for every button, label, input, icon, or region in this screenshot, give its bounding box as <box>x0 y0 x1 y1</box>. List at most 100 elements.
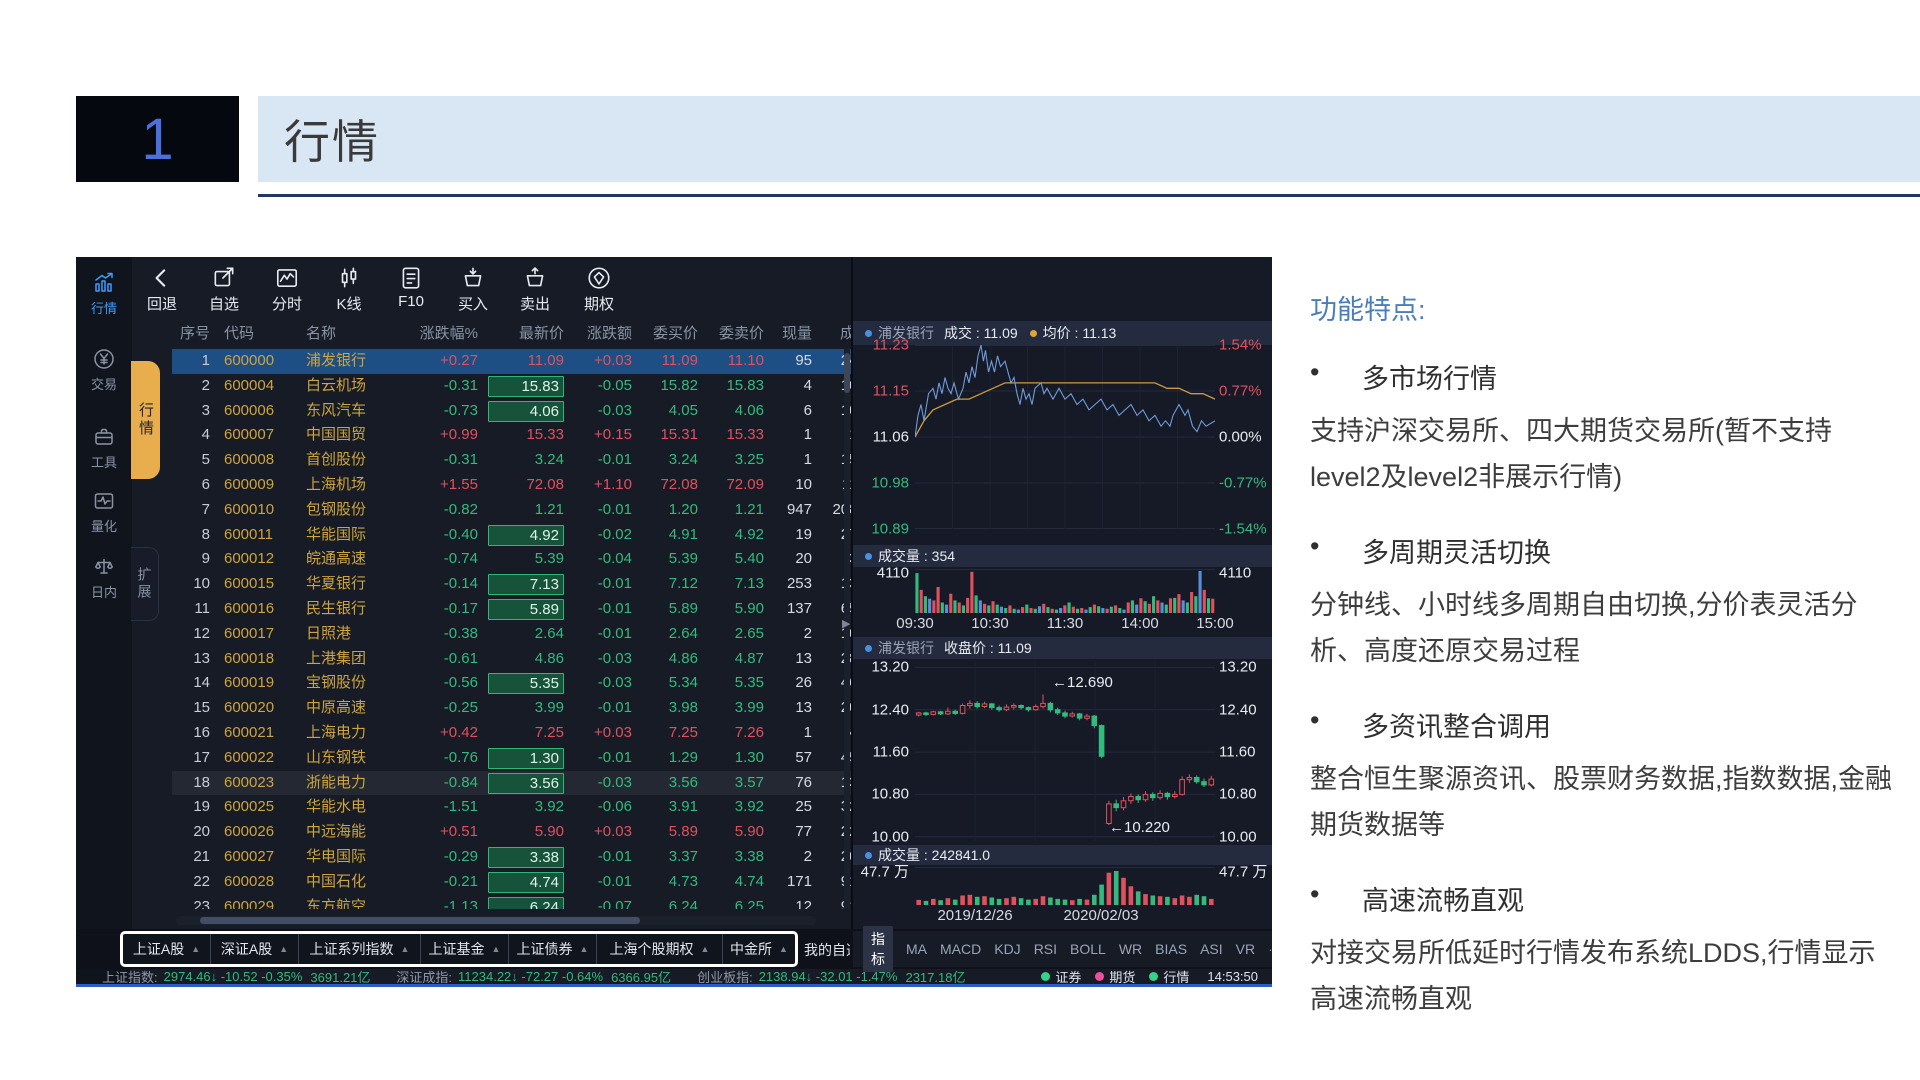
triangle-up-icon[interactable]: ▲ <box>580 944 589 954</box>
feature-heading: 功能特点: <box>1310 288 1902 327</box>
table-row[interactable]: 5600008首创股份-0.313.24-0.013.243.25115.8 <box>172 448 851 473</box>
horizontal-scrollbar[interactable] <box>176 916 816 925</box>
sidebar-item-交易[interactable]: 交易 <box>76 347 132 393</box>
sidebar-item-行情[interactable]: 行情 <box>76 271 132 317</box>
column-header: 现量 <box>764 321 812 346</box>
indicator-BIAS[interactable]: BIAS <box>1155 941 1187 957</box>
indicator-MACD[interactable]: MACD <box>940 941 981 957</box>
toolbar-button-买入[interactable]: 买入 <box>445 265 501 314</box>
market-tab-上证A股[interactable]: 上证A股▲ <box>123 934 211 964</box>
triangle-up-icon[interactable]: ▲ <box>401 944 410 954</box>
table-row[interactable]: 14600019宝钢股份-0.565.35-0.035.345.352646.9 <box>172 671 851 696</box>
triangle-up-icon[interactable]: ▲ <box>191 944 200 954</box>
market-tab-深证A股[interactable]: 深证A股▲ <box>211 934 299 964</box>
feature-title: •多资讯整合调用 <box>1310 705 1902 744</box>
indicator-BOLL[interactable]: BOLL <box>1070 941 1106 957</box>
triangle-up-icon[interactable]: ▲ <box>492 944 501 954</box>
toolbar-button-期权[interactable]: 期权 <box>571 265 627 314</box>
sidebar-item-label: 工具 <box>76 452 132 471</box>
table-row[interactable]: 10600015华夏银行-0.147.13-0.017.127.1325313.… <box>172 572 851 597</box>
market-tab-上海个股期权[interactable]: 上海个股期权▲ <box>597 934 723 964</box>
minute-chart-icon <box>274 265 300 291</box>
toolbar-button-卖出[interactable]: 卖出 <box>507 265 563 314</box>
table-row[interactable]: 8600011华能国际-0.404.92-0.024.914.921927.1 <box>172 523 851 548</box>
market-tab-my-stocks[interactable]: 我的自选 <box>804 935 850 965</box>
sidebar-item-量化[interactable]: 量化 <box>76 489 132 535</box>
y-axis-label: 10.80 <box>853 786 909 803</box>
side-tab-quote[interactable]: 行情 <box>131 361 160 479</box>
toolbar-button-label: 期权 <box>571 293 627 314</box>
indicator-ASI[interactable]: ASI <box>1200 941 1223 957</box>
column-header: 涨跌幅% <box>402 321 478 346</box>
table-row[interactable]: 3600006东风汽车-0.734.06-0.034.054.06610.6 <box>172 399 851 424</box>
expand-panel-arrow-icon[interactable]: ▶ <box>842 617 850 630</box>
horizontal-scrollbar-thumb[interactable] <box>200 917 640 924</box>
price-box: 3.56 <box>488 773 564 794</box>
vertical-scrollbar-thumb[interactable] <box>844 353 850 393</box>
side-tab-extend[interactable]: 扩展 <box>131 547 159 621</box>
market-tab-上证债券[interactable]: 上证债券▲ <box>509 934 597 964</box>
slide-number-box: 1 <box>76 96 239 182</box>
sidebar-item-label: 量化 <box>76 516 132 535</box>
toolbar-button-label: 回退 <box>134 293 190 314</box>
y-axis-label: 11.06 <box>853 429 909 446</box>
scale-icon <box>92 555 116 579</box>
toolbar-button-回退[interactable]: 回退 <box>134 265 190 314</box>
indicator-指标[interactable]: 指标 <box>863 926 893 972</box>
indicator-WR[interactable]: WR <box>1119 941 1142 957</box>
triangle-up-icon[interactable]: ▲ <box>279 944 288 954</box>
market-tab-上证系列指数[interactable]: 上证系列指数 ▲ <box>299 934 421 964</box>
market-tab-上证基金[interactable]: 上证基金▲ <box>421 934 509 964</box>
table-row[interactable]: 13600018上港集团-0.614.86-0.034.864.871328.5 <box>172 647 851 672</box>
table-row[interactable]: 22600028中国石化-0.214.74-0.014.734.7417191.… <box>172 870 851 895</box>
column-header: 成交 <box>812 321 851 346</box>
toolbar-button-分时[interactable]: 分时 <box>259 265 315 314</box>
market-tab-label: 上证系列指数 <box>310 939 394 959</box>
toolbar-button-K线[interactable]: K线 <box>321 265 377 314</box>
slide-title-banner: 行情 <box>258 96 1920 182</box>
table-row[interactable]: 21600027华电国际-0.293.38-0.013.373.38220.1 <box>172 845 851 870</box>
期货-status-dot-icon <box>1095 972 1104 981</box>
blue-dot-icon <box>865 852 872 859</box>
y-axis-label: 12.40 <box>1219 701 1271 718</box>
table-row[interactable]: 7600010包钢股份-0.821.21-0.011.201.21947208.… <box>172 498 851 523</box>
sidebar-item-工具[interactable]: 工具 <box>76 425 132 471</box>
table-row[interactable]: 16600021上海电力+0.427.25+0.037.257.2614.5 <box>172 721 851 746</box>
market-tab-中金所[interactable]: 中金所▲ <box>723 934 795 964</box>
close-price-label: 收盘价 : 11.09 <box>944 638 1032 658</box>
indicator-···[interactable]: ··· <box>1268 941 1272 957</box>
table-row[interactable]: 1600000浦发银行+0.2711.09+0.0311.0911.109524… <box>172 349 851 374</box>
table-row[interactable]: 11600016民生银行-0.175.89-0.015.895.9013765.… <box>172 597 851 622</box>
index-value: 11234.22↓ -72.27 -0.64% <box>458 969 603 984</box>
table-row[interactable]: 17600022山东钢铁-0.761.30-0.011.291.305745.3 <box>172 746 851 771</box>
x-axis-label: 2019/12/26 <box>937 907 1012 924</box>
table-row[interactable]: 2600004白云机场-0.3115.83-0.0515.8215.83410.… <box>172 374 851 399</box>
sidebar-item-label: 行情 <box>76 298 132 317</box>
indicator-RSI[interactable]: RSI <box>1034 941 1057 957</box>
app-toolbar: 回退自选分时K线F10买入卖出期权 <box>136 257 836 319</box>
table-row[interactable]: 6600009上海机场+1.5572.08+1.1072.0872.091011… <box>172 473 851 498</box>
indicator-KDJ[interactable]: KDJ <box>994 941 1020 957</box>
status-dot-label: 期货 <box>1109 967 1135 986</box>
column-header: 委买价 <box>632 321 698 346</box>
x-axis-label: 09:30 <box>896 615 934 632</box>
indicator-MA[interactable]: MA <box>906 941 927 957</box>
table-row[interactable]: 19600025华能水电-1.513.92-0.063.913.922532.6 <box>172 795 851 820</box>
sidebar-item-日内[interactable]: 日内 <box>76 555 132 601</box>
y-axis-label: -1.54% <box>1219 521 1271 538</box>
toolbar-button-自选[interactable]: 自选 <box>196 265 252 314</box>
indicator-VR[interactable]: VR <box>1236 941 1255 957</box>
table-row[interactable]: 18600023浙能电力-0.843.56-0.033.563.577613.4 <box>172 771 851 796</box>
index-label: 创业板指: <box>697 967 753 986</box>
table-row[interactable]: 23600029东方航空-1.136.24-0.076.246.251291.6 <box>172 895 851 909</box>
table-row[interactable]: 9600012皖通高速-0.745.39-0.045.395.40203.3 <box>172 547 851 572</box>
triangle-up-icon[interactable]: ▲ <box>701 944 710 954</box>
toolbar-button-F10[interactable]: F10 <box>383 265 439 310</box>
price-box: 4.92 <box>488 525 564 546</box>
table-row[interactable]: 20600026中远海能+0.515.90+0.035.895.907722.7 <box>172 820 851 845</box>
table-row[interactable]: 4600007中国国贸+0.9915.33+0.1515.3115.3311.6 <box>172 423 851 448</box>
table-row[interactable]: 15600020中原高速-0.253.99-0.013.983.991320.9 <box>172 696 851 721</box>
triangle-up-icon[interactable]: ▲ <box>779 944 788 954</box>
table-row[interactable]: 12600017日照港-0.382.64-0.012.642.65210.5 <box>172 622 851 647</box>
column-header: 名称 <box>296 321 402 346</box>
